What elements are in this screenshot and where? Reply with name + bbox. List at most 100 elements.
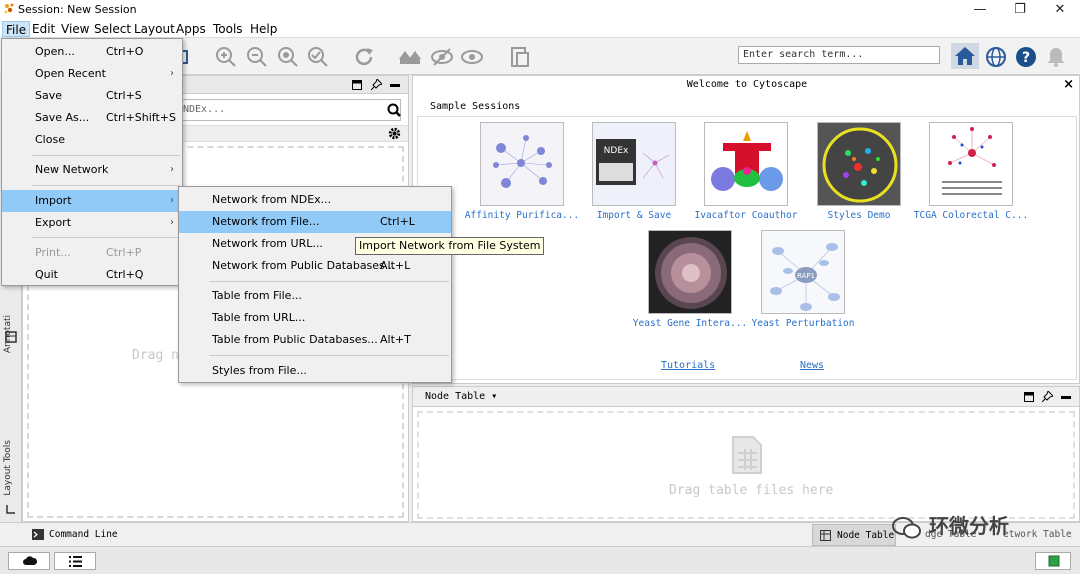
menu-edit[interactable]: Edit <box>29 21 58 37</box>
gear-icon[interactable] <box>388 127 401 140</box>
tutorials-link[interactable]: Tutorials <box>661 360 715 371</box>
session-thumbnail[interactable] <box>929 122 1013 206</box>
session-caption[interactable]: Styles Demo <box>799 210 919 221</box>
svg-text:NDEx: NDEx <box>604 146 629 156</box>
file-quit[interactable]: Quit Ctrl+Q <box>2 264 182 286</box>
table-icon <box>820 530 831 541</box>
refresh-icon[interactable] <box>352 45 376 69</box>
zoom-out-icon[interactable] <box>245 45 269 69</box>
import-table-from-url[interactable]: Table from URL... <box>179 307 451 329</box>
session-styles-demo[interactable]: Styles Demo <box>799 122 919 221</box>
terminal-icon[interactable] <box>32 529 44 540</box>
file-new-network[interactable]: New Network › <box>2 159 182 181</box>
command-line-label[interactable]: Command Line <box>49 529 118 540</box>
tab-network-table[interactable]: etwork Table <box>1003 529 1072 540</box>
session-thumbnail[interactable] <box>480 122 564 206</box>
import-network-from-ndex[interactable]: Network from NDEx... <box>179 189 451 211</box>
pin-icon[interactable] <box>371 79 382 90</box>
session-caption[interactable]: Ivacaftor Coauthor <box>686 210 806 221</box>
chevron-right-icon: › <box>170 217 174 228</box>
menu-bar: File Edit View Select Layout Apps Tools … <box>0 20 1080 38</box>
zoom-in-icon[interactable] <box>214 45 238 69</box>
tab-node-table[interactable]: Node Table <box>812 524 896 546</box>
table-drop-area[interactable]: Drag table files here <box>417 411 1075 519</box>
layout-tools-icon[interactable] <box>5 503 17 515</box>
session-caption[interactable]: Yeast Gene Intera... <box>630 318 750 329</box>
hide-icon[interactable] <box>430 45 454 69</box>
import-table-from-file[interactable]: Table from File... <box>179 285 451 307</box>
menu-tools[interactable]: Tools <box>210 21 246 37</box>
import-network-from-file[interactable]: Network from File... Ctrl+L <box>179 211 451 233</box>
maximize-button[interactable]: ❐ <box>1000 0 1040 20</box>
close-window-button[interactable]: ✕ <box>1040 0 1080 20</box>
menu-separator <box>32 155 180 156</box>
session-caption[interactable]: TCGA Colorectal C... <box>911 210 1031 221</box>
minimize-panel-icon[interactable] <box>390 84 400 87</box>
yeast-perturbation-thumbnail-image: RAP1 <box>770 243 840 311</box>
annotation-icon[interactable] <box>5 331 17 343</box>
news-link[interactable]: News <box>800 360 824 371</box>
minimize-button[interactable]: — <box>960 0 1000 20</box>
node-table-panel: Node Table ▾ Drag table files here <box>412 386 1080 522</box>
session-thumbnail[interactable]: RAP1 <box>761 230 845 314</box>
zoom-selected-icon[interactable] <box>306 45 330 69</box>
menu-layout[interactable]: Layout <box>131 21 178 37</box>
memory-status-button[interactable] <box>1035 552 1071 570</box>
task-list-button[interactable] <box>54 552 96 570</box>
menu-separator <box>32 237 180 238</box>
session-import-save[interactable]: NDEx Import & Save <box>574 122 694 221</box>
file-close[interactable]: Close <box>2 129 182 151</box>
search-icon[interactable] <box>387 103 401 117</box>
zoom-fit-icon[interactable] <box>276 45 300 69</box>
import-styles-from-file[interactable]: Styles from File... <box>179 360 451 382</box>
file-save[interactable]: Save Ctrl+S <box>2 85 182 107</box>
close-welcome-button[interactable]: × <box>1063 77 1074 92</box>
help-icon[interactable]: ? <box>1014 45 1038 69</box>
file-open-recent[interactable]: Open Recent › <box>2 63 182 85</box>
menu-file[interactable]: File <box>2 21 31 37</box>
file-import[interactable]: Import › <box>2 190 182 212</box>
session-ivacaftor-coauthor[interactable]: Ivacaftor Coauthor <box>686 122 806 221</box>
home-icon[interactable] <box>951 43 979 69</box>
table-type-dropdown[interactable]: Node Table ▾ <box>425 391 497 402</box>
file-export[interactable]: Export › <box>2 212 182 234</box>
table-title: Node Table <box>425 391 486 402</box>
cloud-button[interactable] <box>8 552 50 570</box>
menu-help[interactable]: Help <box>247 21 280 37</box>
coauthor-thumbnail-image <box>711 131 783 191</box>
globe-icon[interactable] <box>984 45 1008 69</box>
session-caption[interactable]: Yeast Perturbation <box>743 318 863 329</box>
session-thumbnail[interactable] <box>704 122 788 206</box>
float-panel-icon[interactable] <box>352 80 362 90</box>
welcome-panel: Welcome to Cytoscape × Sample Sessions A… <box>412 75 1080 384</box>
session-thumbnail[interactable]: NDEx <box>592 122 676 206</box>
session-yeast-gene-interaction[interactable]: Yeast Gene Intera... <box>630 230 750 329</box>
session-thumbnail[interactable] <box>817 122 901 206</box>
menu-separator <box>32 185 180 186</box>
cytoscape-logo-icon <box>4 3 14 14</box>
import-network-from-public-databases[interactable]: Network from Public Databases... Alt+L <box>179 255 451 277</box>
show-all-icon[interactable] <box>397 45 427 69</box>
file-open[interactable]: Open... Ctrl+O <box>2 41 182 63</box>
notification-bell-icon[interactable] <box>1044 45 1068 69</box>
session-yeast-perturbation[interactable]: RAP1 Yeast Perturbation <box>743 230 863 329</box>
minimize-panel-icon[interactable] <box>1061 396 1071 399</box>
session-caption[interactable]: Affinity Purifica... <box>462 210 582 221</box>
session-affinity-purification[interactable]: Affinity Purifica... <box>462 122 582 221</box>
menu-apps[interactable]: Apps <box>173 21 209 37</box>
show-icon[interactable] <box>460 45 484 69</box>
layout-tools-tab[interactable]: Layout Tools <box>3 440 13 496</box>
table-panel-header: Node Table ▾ <box>413 387 1079 407</box>
search-input[interactable]: Enter search term... <box>738 46 940 64</box>
session-tcga-colorectal[interactable]: TCGA Colorectal C... <box>911 122 1031 221</box>
import-table-from-public-databases[interactable]: Table from Public Databases... Alt+T <box>179 329 451 351</box>
file-save-as[interactable]: Save As... Ctrl+Shift+S <box>2 107 182 129</box>
session-thumbnail[interactable] <box>648 230 732 314</box>
menu-view[interactable]: View <box>58 21 92 37</box>
pin-icon[interactable] <box>1042 391 1053 402</box>
export-image-icon[interactable] <box>508 45 532 69</box>
yeast-gene-thumbnail-image <box>655 237 727 309</box>
menu-select[interactable]: Select <box>91 21 134 37</box>
session-caption[interactable]: Import & Save <box>574 210 694 221</box>
float-panel-icon[interactable] <box>1024 392 1034 402</box>
